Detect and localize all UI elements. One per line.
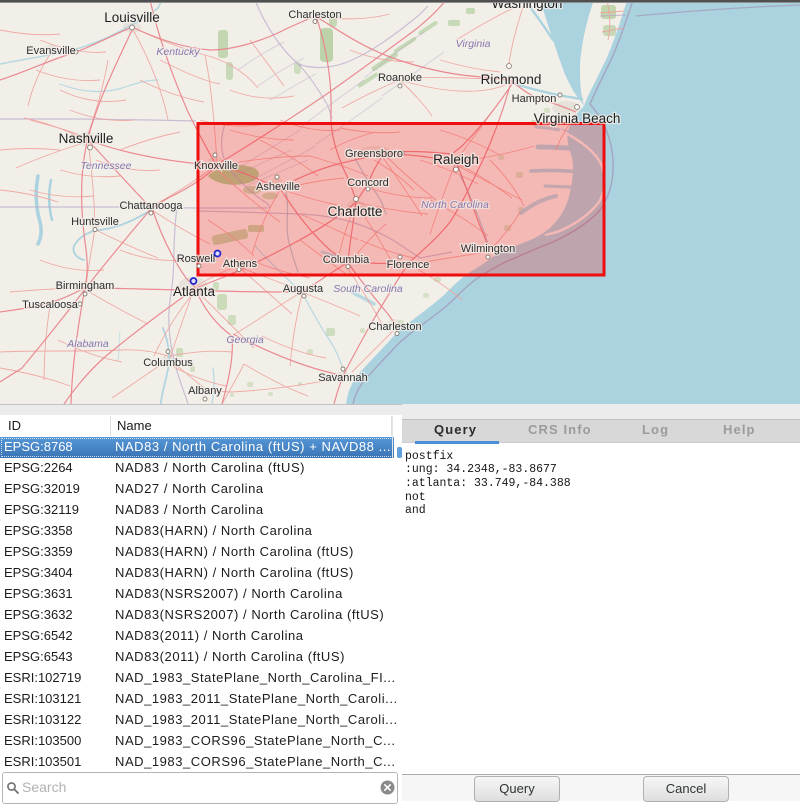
svg-text:Tuscaloosa: Tuscaloosa <box>22 299 79 311</box>
svg-text:Greensboro: Greensboro <box>345 148 403 160</box>
svg-text:Raleigh: Raleigh <box>433 152 479 167</box>
svg-text:Roanoke: Roanoke <box>378 72 422 84</box>
svg-text:Knoxville: Knoxville <box>194 160 238 172</box>
svg-text:Virginia Beach: Virginia Beach <box>534 111 621 126</box>
svg-text:Alabama: Alabama <box>66 338 109 350</box>
svg-text:Charlotte: Charlotte <box>328 204 383 219</box>
svg-text:Asheville: Asheville <box>256 181 300 193</box>
svg-text:Charleston: Charleston <box>288 9 341 21</box>
svg-text:Concord: Concord <box>347 177 389 189</box>
svg-text:Wilmington: Wilmington <box>461 243 515 255</box>
svg-text:Georgia: Georgia <box>226 334 264 346</box>
svg-text:Savannah: Savannah <box>318 372 368 384</box>
svg-text:South Carolina: South Carolina <box>333 283 403 295</box>
svg-text:Virginia: Virginia <box>456 38 491 50</box>
svg-text:Tennessee: Tennessee <box>81 160 132 172</box>
svg-text:Chattanooga: Chattanooga <box>120 200 184 212</box>
svg-text:Charleston: Charleston <box>368 321 421 333</box>
svg-text:Albany: Albany <box>188 385 222 397</box>
svg-text:Augusta: Augusta <box>283 283 324 295</box>
svg-text:Columbus: Columbus <box>143 357 193 369</box>
svg-text:Florence: Florence <box>387 259 430 271</box>
svg-text:Kentucky: Kentucky <box>156 46 200 58</box>
svg-text:Birmingham: Birmingham <box>56 280 115 292</box>
svg-text:Athens: Athens <box>223 258 258 270</box>
svg-text:Huntsville: Huntsville <box>71 216 119 228</box>
svg-text:Hampton: Hampton <box>512 93 557 105</box>
svg-text:Columbia: Columbia <box>323 254 370 266</box>
svg-text:Richmond: Richmond <box>481 72 542 87</box>
svg-text:North Carolina: North Carolina <box>421 199 489 211</box>
svg-text:Louisville: Louisville <box>104 10 160 25</box>
svg-text:Evansville: Evansville <box>26 45 76 57</box>
svg-text:Nashville: Nashville <box>59 131 114 146</box>
svg-text:Atlanta: Atlanta <box>173 284 216 299</box>
svg-text:Roswell: Roswell <box>177 253 216 265</box>
